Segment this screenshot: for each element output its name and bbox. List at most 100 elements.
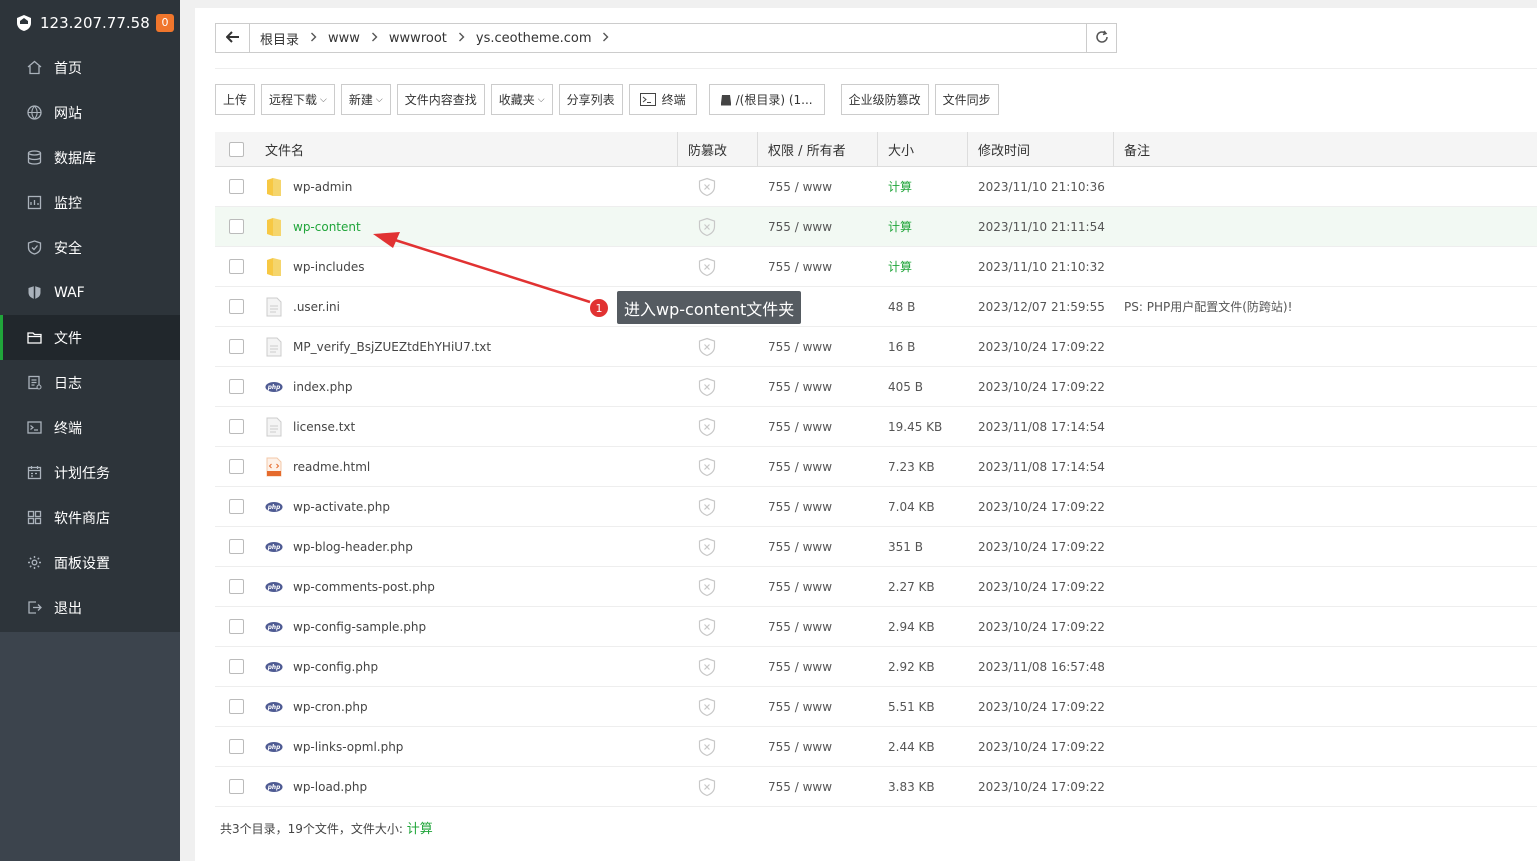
row-checkbox[interactable] xyxy=(228,779,244,794)
tamper-shield-icon[interactable] xyxy=(698,777,716,797)
file-name[interactable]: .user.ini xyxy=(293,300,340,314)
sidebar-item-9[interactable]: 计划任务 xyxy=(0,450,180,495)
permission-cell[interactable]: 755 / www xyxy=(758,447,878,487)
tamper-shield-icon[interactable] xyxy=(698,497,716,517)
file-name[interactable]: wp-config.php xyxy=(293,660,378,674)
file-name-cell[interactable]: php wp-links-opml.php xyxy=(257,727,678,767)
file-name-cell[interactable]: wp-admin xyxy=(257,167,678,207)
row-checkbox[interactable] xyxy=(228,259,244,274)
file-name[interactable]: wp-load.php xyxy=(293,780,367,794)
chevron-right-icon[interactable] xyxy=(371,31,378,45)
search-content-button[interactable]: 文件内容查找 xyxy=(396,84,485,115)
calc-size-link[interactable]: 计算 xyxy=(878,207,968,247)
file-note[interactable] xyxy=(1114,167,1537,207)
favorites-button[interactable]: 收藏夹 ⌵ xyxy=(490,84,553,115)
table-row[interactable]: readme.html 755 / www 7.23 KB 2023/11/08 17… xyxy=(215,447,1537,487)
permission-cell[interactable]: 755 / www xyxy=(758,247,878,287)
breadcrumb-item[interactable]: 根目录 xyxy=(260,29,299,48)
header-mtime[interactable]: 修改时间 xyxy=(968,131,1114,167)
terminal-button[interactable]: 终端 xyxy=(628,84,697,115)
sidebar-item-0[interactable]: 首页 xyxy=(0,45,180,90)
tamper-shield-icon[interactable] xyxy=(698,617,716,637)
new-button[interactable]: 新建 ⌵ xyxy=(340,84,391,115)
table-row[interactable]: php wp-cron.php 755 / www 5.51 KB 2023/10/24… xyxy=(215,687,1537,727)
tamper-shield-icon[interactable] xyxy=(698,337,716,357)
refresh-button[interactable] xyxy=(1086,24,1116,52)
sidebar-item-11[interactable]: 面板设置 xyxy=(0,540,180,585)
table-row[interactable]: php wp-load.php 755 / www 3.83 KB 2023/10/24… xyxy=(215,767,1537,807)
share-list-button[interactable]: 分享列表 xyxy=(558,84,623,115)
file-note[interactable] xyxy=(1114,447,1537,487)
file-name[interactable]: wp-blog-header.php xyxy=(293,540,413,554)
sidebar-item-5[interactable]: WAF xyxy=(0,270,180,315)
table-row[interactable]: php wp-activate.php 755 / www 7.04 KB 2023/1… xyxy=(215,487,1537,527)
permission-cell[interactable]: 755 / www xyxy=(758,727,878,767)
file-name-cell[interactable]: php wp-load.php xyxy=(257,767,678,807)
calc-total-size-link[interactable]: 计算 xyxy=(407,822,433,837)
file-name-cell[interactable]: php wp-comments-post.php xyxy=(257,567,678,607)
table-row[interactable]: php wp-config-sample.php 755 / www 2.94 KB 2… xyxy=(215,607,1537,647)
chevron-right-icon[interactable] xyxy=(458,31,465,45)
row-checkbox[interactable] xyxy=(228,739,244,754)
file-name[interactable]: license.txt xyxy=(293,420,355,434)
file-note[interactable] xyxy=(1114,487,1537,527)
upload-button[interactable]: 上传 xyxy=(215,84,256,115)
table-row[interactable]: .user.iniroot48 B2023/12/07 21:59:55PS: … xyxy=(215,287,1537,327)
file-name[interactable]: wp-admin xyxy=(293,180,352,194)
file-name[interactable]: wp-links-opml.php xyxy=(293,740,403,754)
breadcrumb-item[interactable]: ys.ceotheme.com xyxy=(476,31,592,46)
sidebar-item-8[interactable]: 终端 xyxy=(0,405,180,450)
file-sync-button[interactable]: 文件同步 xyxy=(934,84,999,115)
tamper-shield-icon[interactable] xyxy=(698,577,716,597)
row-checkbox[interactable] xyxy=(228,539,244,554)
tamper-shield-icon[interactable] xyxy=(698,377,716,397)
sidebar-item-2[interactable]: 数据库 xyxy=(0,135,180,180)
calc-size-link[interactable]: 计算 xyxy=(878,247,968,287)
row-checkbox[interactable] xyxy=(228,179,244,194)
permission-cell[interactable]: 755 / www xyxy=(758,327,878,367)
file-name-cell[interactable]: .user.ini xyxy=(257,287,678,327)
tamper-shield-icon[interactable] xyxy=(698,457,716,477)
file-name-cell[interactable]: php index.php xyxy=(257,367,678,407)
sidebar-item-12[interactable]: 退出 xyxy=(0,585,180,630)
notification-badge[interactable]: 0 xyxy=(156,13,174,32)
file-note[interactable] xyxy=(1114,327,1537,367)
file-note[interactable]: PS: PHP用户配置文件(防跨站)! xyxy=(1114,287,1537,327)
row-checkbox[interactable] xyxy=(228,699,244,714)
header-size[interactable]: 大小 xyxy=(878,131,968,167)
file-note[interactable] xyxy=(1114,647,1537,687)
file-name-cell[interactable]: php wp-cron.php xyxy=(257,687,678,727)
file-name[interactable]: wp-activate.php xyxy=(293,500,390,514)
permission-cell[interactable]: 755 / www xyxy=(758,647,878,687)
row-checkbox[interactable] xyxy=(228,299,244,314)
sidebar-item-3[interactable]: 监控 xyxy=(0,180,180,225)
row-checkbox[interactable] xyxy=(228,379,244,394)
row-checkbox[interactable] xyxy=(228,219,244,234)
permission-cell[interactable]: 755 / www xyxy=(758,607,878,647)
table-row[interactable]: wp-admin 755 / www 计算 2023/11/10 21:10:36 xyxy=(215,167,1537,207)
file-name-cell[interactable]: php wp-blog-header.php xyxy=(257,527,678,567)
calc-size-link[interactable]: 计算 xyxy=(878,167,968,207)
file-note[interactable] xyxy=(1114,727,1537,767)
file-name[interactable]: wp-comments-post.php xyxy=(293,580,435,594)
file-note[interactable] xyxy=(1114,767,1537,807)
disk-selector-button[interactable]: /(根目录) (1... xyxy=(708,84,825,115)
sidebar-item-4[interactable]: 安全 xyxy=(0,225,180,270)
select-all-checkbox[interactable] xyxy=(228,141,244,157)
file-name-cell[interactable]: wp-includes xyxy=(257,247,678,287)
remote-download-button[interactable]: 远程下载 ⌵ xyxy=(261,84,335,115)
permission-cell[interactable]: 755 / www xyxy=(758,527,878,567)
row-checkbox[interactable] xyxy=(228,579,244,594)
file-name[interactable]: wp-content xyxy=(293,220,361,234)
file-name-cell[interactable]: php wp-config.php xyxy=(257,647,678,687)
sidebar-item-7[interactable]: 日志 xyxy=(0,360,180,405)
table-row[interactable]: php index.php 755 / www 405 B 2023/10/24 17:… xyxy=(215,367,1537,407)
file-name[interactable]: wp-includes xyxy=(293,260,365,274)
file-note[interactable] xyxy=(1114,407,1537,447)
tamper-shield-icon[interactable] xyxy=(698,657,716,677)
file-note[interactable] xyxy=(1114,367,1537,407)
sidebar-item-1[interactable]: 网站 xyxy=(0,90,180,135)
table-row[interactable]: php wp-comments-post.php 755 / www 2.27 KB 2… xyxy=(215,567,1537,607)
file-name-cell[interactable]: readme.html xyxy=(257,447,678,487)
tamper-proof-button[interactable]: 企业级防篡改 xyxy=(840,84,929,115)
